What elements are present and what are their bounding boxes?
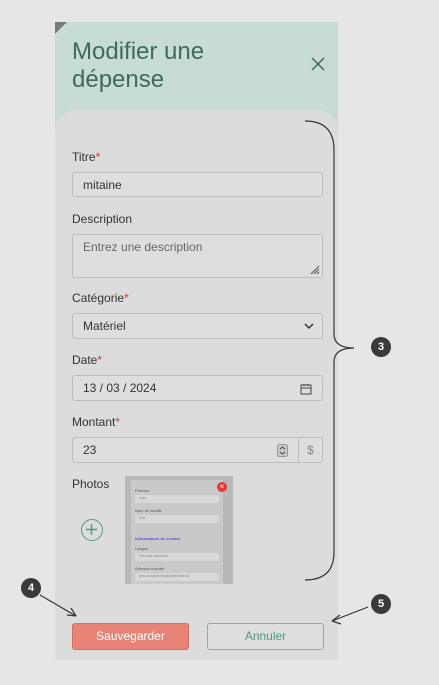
arrow-4 <box>39 594 77 617</box>
annotation-marker-5: 5 <box>371 594 391 614</box>
annotation-marker-4: 4 <box>21 578 41 598</box>
arrow-5 <box>331 606 369 622</box>
brace-3 <box>304 120 355 581</box>
annotation-marker-3: 3 <box>371 337 391 357</box>
